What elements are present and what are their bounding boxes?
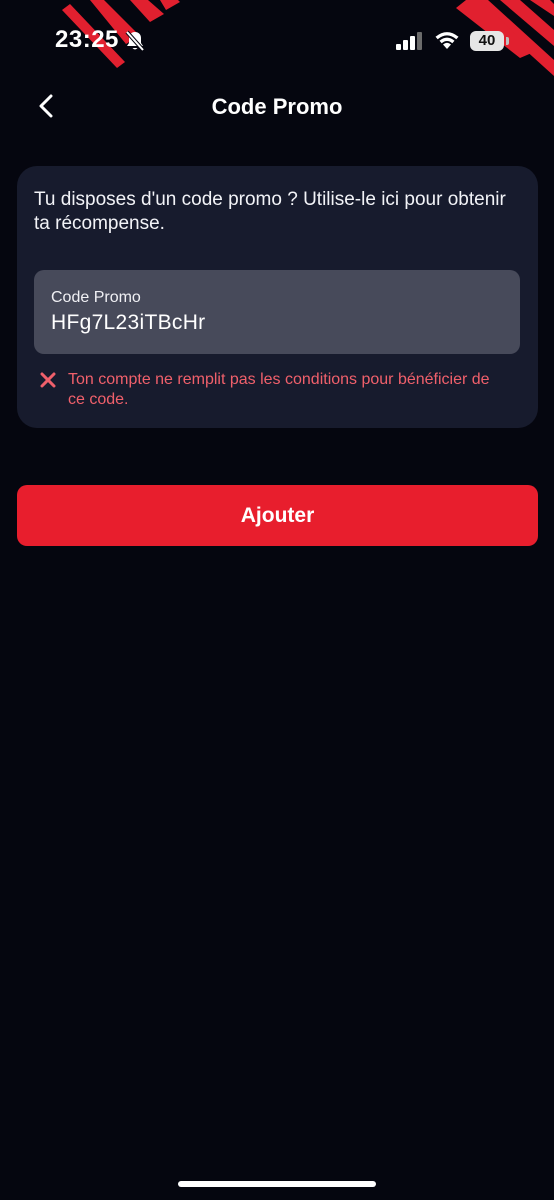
battery-tip xyxy=(506,37,509,45)
bell-slash-icon xyxy=(125,30,145,57)
error-message: Ton compte ne remplit pas les conditions… xyxy=(39,370,509,410)
wifi-icon xyxy=(434,30,460,55)
status-bar: 23:25 40 xyxy=(0,0,554,84)
promo-code-input[interactable] xyxy=(51,311,491,335)
battery-indicator: 40 xyxy=(470,31,504,51)
home-indicator[interactable] xyxy=(178,1181,376,1187)
promo-code-field[interactable]: Code Promo xyxy=(34,270,520,354)
close-icon xyxy=(39,371,57,389)
page-title: Code Promo xyxy=(211,94,343,119)
navigation-bar: Code Promo xyxy=(0,84,554,132)
error-text: Ton compte ne remplit pas les conditions… xyxy=(68,371,490,408)
promo-code-card: Tu disposes d'un code promo ? Utilise-le… xyxy=(17,166,538,428)
add-button[interactable]: Ajouter xyxy=(17,485,538,546)
promo-intro-text: Tu disposes d'un code promo ? Utilise-le… xyxy=(34,189,506,234)
promo-code-label: Code Promo xyxy=(51,289,141,306)
cellular-signal-icon xyxy=(396,32,424,55)
status-time: 23:25 xyxy=(55,26,119,53)
